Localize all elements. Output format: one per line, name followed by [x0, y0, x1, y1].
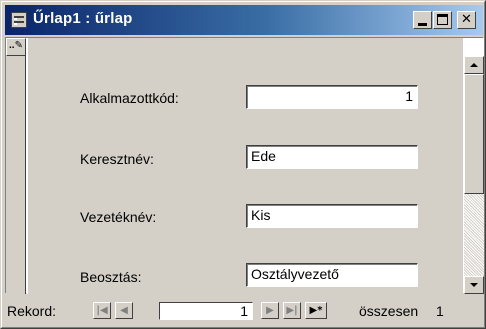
form-icon[interactable]: [11, 12, 27, 28]
current-record-field[interactable]: 1: [159, 302, 253, 320]
previous-record-button[interactable]: ◀: [115, 302, 133, 319]
field-label-employee-id: Alkalmazottkód:: [80, 90, 179, 106]
maximize-button[interactable]: [433, 11, 452, 29]
maximize-icon: [437, 14, 448, 25]
scroll-track[interactable]: [464, 194, 484, 276]
minimize-icon: [418, 23, 427, 26]
vertical-scrollbar[interactable]: [464, 38, 484, 294]
next-record-button[interactable]: ▶: [261, 302, 279, 319]
close-button[interactable]: ✕: [457, 11, 476, 29]
record-navigation-bar: Rekord: |◀ ◀ 1 ▶ ▶| ▶* összesen 1: [5, 295, 483, 325]
total-count: 1: [436, 303, 444, 319]
employee-id-field[interactable]: 1: [246, 85, 418, 109]
form-window: Űrlap1 : űrlap ✕ ..✎ Alkalmazottkód: 1 K…: [0, 0, 486, 329]
record-selector-bar[interactable]: ..✎: [6, 38, 26, 294]
scroll-down-button[interactable]: [464, 276, 484, 294]
close-icon: ✕: [461, 12, 472, 27]
minimize-button[interactable]: [413, 11, 432, 29]
total-label: összesen: [359, 303, 419, 319]
arrow-up-icon: [470, 63, 478, 67]
first-name-field[interactable]: Ede: [246, 145, 418, 169]
form-detail: Alkalmazottkód: 1 Keresztnév: Ede Vezeté…: [27, 38, 463, 294]
field-label-first-name: Keresztnév:: [80, 151, 154, 167]
record-selector[interactable]: ..✎: [6, 38, 26, 56]
title-bar[interactable]: Űrlap1 : űrlap ✕: [5, 5, 483, 35]
first-record-button[interactable]: |◀: [93, 302, 111, 319]
scroll-thumb[interactable]: [464, 74, 484, 194]
new-record-button[interactable]: ▶*: [305, 302, 327, 319]
record-label: Rekord:: [7, 303, 57, 319]
field-label-position: Beosztás:: [80, 269, 142, 285]
edit-pencil-icon: ..✎: [9, 40, 23, 51]
field-label-last-name: Vezetéknév:: [80, 209, 157, 225]
last-name-field[interactable]: Kis: [246, 204, 418, 228]
scroll-up-button[interactable]: [464, 56, 484, 74]
form-client-area: ..✎ Alkalmazottkód: 1 Keresztnév: Ede Ve…: [5, 37, 484, 294]
arrow-down-icon: [470, 283, 478, 287]
position-field[interactable]: Osztályvezető: [246, 263, 418, 287]
last-record-button[interactable]: ▶|: [283, 302, 301, 319]
window-title: Űrlap1 : űrlap: [33, 10, 133, 27]
